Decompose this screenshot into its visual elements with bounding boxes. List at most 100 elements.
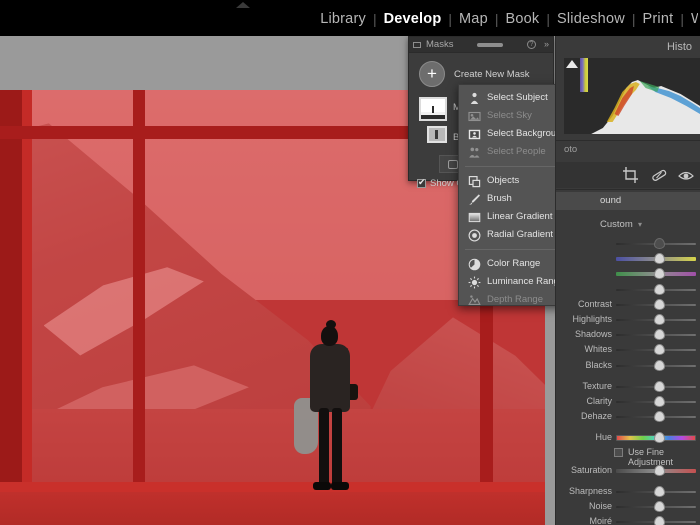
masks-panel-header[interactable]: Masks ? » xyxy=(409,37,553,53)
slider-texture[interactable]: Texture xyxy=(556,379,700,394)
module-print[interactable]: Print xyxy=(636,8,681,30)
person-icon xyxy=(468,92,481,105)
create-new-mask-plus-icon[interactable]: + xyxy=(419,61,445,87)
slider-clarity[interactable]: Clarity xyxy=(556,394,700,409)
slider-knob[interactable] xyxy=(653,501,665,512)
window-frame-left-outer xyxy=(0,90,22,525)
slider-hue[interactable]: Hue xyxy=(556,430,700,445)
slider-label: Moiré xyxy=(589,516,612,525)
sky-icon xyxy=(468,110,481,123)
slider-highlights[interactable]: Highlights xyxy=(556,312,700,327)
crop-icon[interactable] xyxy=(622,166,640,184)
slider-knob[interactable] xyxy=(653,359,665,371)
slider-unnamed-0[interactable] xyxy=(556,236,700,251)
active-mask-name-bar[interactable]: ound xyxy=(556,192,700,210)
slider-label: Blacks xyxy=(585,359,612,370)
slider-label: Noise xyxy=(588,501,612,511)
mask-thumbnail-2[interactable] xyxy=(427,126,447,143)
background-icon xyxy=(468,128,481,141)
slider-knob[interactable] xyxy=(653,253,665,265)
panel-collapse-arrow-icon[interactable] xyxy=(236,2,250,8)
slider-shadows[interactable]: Shadows xyxy=(556,327,700,342)
slider-knob[interactable] xyxy=(653,238,665,249)
slider-knob[interactable] xyxy=(653,314,665,325)
slider-knob[interactable] xyxy=(653,298,665,310)
slider-unnamed-2[interactable] xyxy=(556,266,700,281)
linear-gradient-icon xyxy=(468,211,481,224)
add-icon xyxy=(448,160,458,169)
slider-whites[interactable]: Whites xyxy=(556,342,700,357)
mask-thumb-figure xyxy=(432,105,434,113)
module-slideshow[interactable]: Slideshow xyxy=(550,8,632,30)
menu-item-label: Brush xyxy=(487,193,512,204)
objects-icon xyxy=(468,175,481,188)
person-right-leg xyxy=(332,408,342,486)
panel-drag-handle[interactable] xyxy=(477,43,503,47)
module-develop[interactable]: Develop xyxy=(377,8,449,30)
slider-knob[interactable] xyxy=(653,411,665,423)
expand-panel-icon[interactable]: » xyxy=(544,39,549,49)
panel-grip-icon xyxy=(413,42,421,48)
chevron-down-icon[interactable]: ▾ xyxy=(638,220,642,229)
use-fine-adjustment-row[interactable]: Use Fine Adjustment xyxy=(556,446,700,467)
slider-label: Highlights xyxy=(572,314,612,324)
slider-moire[interactable]: Moiré xyxy=(556,514,700,525)
slider-label: Texture xyxy=(582,380,612,391)
menu-item-label: Select Subject xyxy=(487,92,548,103)
module-map[interactable]: Map xyxy=(452,8,495,30)
menu-item-label: Select People xyxy=(487,146,546,157)
slider-knob[interactable] xyxy=(653,485,665,497)
slider-knob[interactable] xyxy=(653,329,665,341)
module-w[interactable]: W xyxy=(684,8,698,30)
histogram-curve xyxy=(564,80,700,134)
color-range-icon xyxy=(468,258,481,271)
slider-sharpness[interactable]: Sharpness xyxy=(556,484,700,499)
slider-saturation[interactable]: Saturation xyxy=(556,463,700,478)
slider-unnamed-3[interactable] xyxy=(556,282,700,297)
slider-unnamed-1[interactable] xyxy=(556,251,700,266)
people-icon xyxy=(468,146,481,159)
mask-thumbnail-1[interactable] xyxy=(419,97,447,121)
module-book[interactable]: Book xyxy=(498,8,546,30)
slider-knob[interactable] xyxy=(653,516,665,525)
module-library[interactable]: Library xyxy=(313,8,373,30)
window-frame-bottom xyxy=(0,482,545,492)
person-torso xyxy=(310,344,350,412)
slider-knob[interactable] xyxy=(653,464,665,476)
mask-thumb-bottom xyxy=(421,114,445,119)
slider-blacks[interactable]: Blacks xyxy=(556,358,700,373)
red-eye-icon[interactable] xyxy=(677,166,695,184)
slider-noise[interactable]: Noise xyxy=(556,499,700,514)
help-icon[interactable]: ? xyxy=(527,40,536,49)
mask-thumb2-figure xyxy=(435,130,439,139)
active-mask-name: ound xyxy=(600,195,622,206)
slider-contrast[interactable]: Contrast xyxy=(556,297,700,312)
histogram[interactable] xyxy=(564,58,700,134)
show-overlay-checkbox[interactable] xyxy=(417,177,426,188)
module-list: Library | Develop | Map | Book | Slideshow | Print… xyxy=(313,8,700,30)
person-right-shoe xyxy=(331,482,349,490)
histogram-title: Histo xyxy=(666,41,692,53)
spot-removal-icon[interactable] xyxy=(650,166,668,184)
window-sill xyxy=(0,492,545,525)
right-panel: Histo oto ound Custom ▾ Contrast Highlig… xyxy=(555,36,700,525)
preset-row[interactable]: Custom ▾ xyxy=(556,218,700,234)
slider-knob[interactable] xyxy=(653,380,665,392)
slider-label: Sharpness xyxy=(568,485,612,496)
slider-knob[interactable] xyxy=(653,432,665,444)
slider-knob[interactable] xyxy=(653,268,665,280)
preset-value: Custom xyxy=(600,219,633,230)
module-bar: Library | Develop | Map | Book | Slideshow | Print… xyxy=(0,0,700,36)
luminance-range-icon xyxy=(468,276,481,289)
menu-item-label: Radial Gradient xyxy=(487,229,554,240)
slider-knob[interactable] xyxy=(653,396,665,407)
menu-item-label: Color Range xyxy=(487,258,541,269)
slider-label: Saturation xyxy=(570,464,612,475)
use-fine-adjustment-checkbox[interactable] xyxy=(614,447,623,457)
slider-dehaze[interactable]: Dehaze xyxy=(556,409,700,424)
window-frame-mullion-1 xyxy=(133,90,145,525)
slider-knob[interactable] xyxy=(653,344,665,356)
slider-label: Hue xyxy=(595,432,612,443)
menu-item-label: Objects xyxy=(487,175,520,186)
slider-knob[interactable] xyxy=(653,283,665,295)
